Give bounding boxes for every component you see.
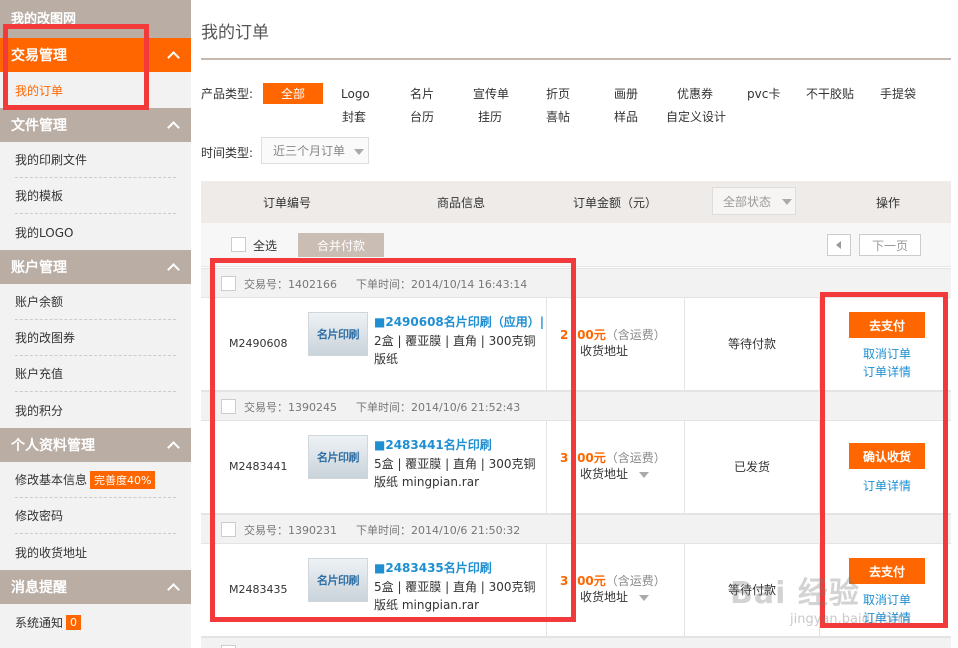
shipping-address-toggle[interactable]: 收货地址 bbox=[580, 465, 628, 482]
title-divider bbox=[201, 58, 951, 60]
sidebar-item-label: 我的收货地址 bbox=[15, 545, 88, 560]
sidebar-item-label: 我的LOGO bbox=[15, 225, 74, 240]
sidebar-item-label: 我的改图券 bbox=[15, 331, 76, 345]
filter-option[interactable]: 台历 bbox=[410, 108, 434, 125]
time-type-label: 时间类型: bbox=[201, 146, 254, 160]
filter-option[interactable]: 折页 bbox=[546, 85, 570, 102]
shipping-note: （含运费） bbox=[605, 451, 666, 465]
column-header-product: 商品信息 bbox=[437, 196, 486, 210]
filter-option[interactable]: 手提袋 bbox=[880, 85, 916, 102]
product-type-label: 产品类型: bbox=[201, 87, 254, 101]
chevron-up-icon bbox=[167, 121, 180, 134]
order-header bbox=[201, 637, 951, 648]
filter-option[interactable]: 宣传单 bbox=[473, 85, 509, 102]
page-title: 我的订单 bbox=[201, 23, 269, 43]
select-all-label: 全选 bbox=[253, 239, 278, 253]
sidebar-item-label: 账户充值 bbox=[15, 367, 64, 381]
sidebar-section-label: 账户管理 bbox=[11, 260, 67, 276]
filter-option[interactable]: 自定义设计 bbox=[666, 108, 726, 125]
filter-option[interactable]: 名片 bbox=[410, 85, 434, 102]
annotation-box bbox=[3, 24, 149, 110]
order-status: 已发货 bbox=[733, 460, 770, 474]
chevron-down-icon bbox=[639, 472, 649, 478]
shipping-address-toggle[interactable]: 收货地址 bbox=[580, 342, 628, 359]
filter-option[interactable]: Logo bbox=[341, 87, 370, 101]
status-filter-select[interactable]: 全部状态 bbox=[712, 187, 796, 215]
sidebar-item-label: 我的模板 bbox=[15, 189, 64, 203]
filter-option[interactable]: 画册 bbox=[614, 85, 638, 102]
status-filter-value: 全部状态 bbox=[723, 194, 772, 209]
shipping-note: （含运费） bbox=[605, 574, 666, 588]
sidebar-item-points[interactable]: 我的积分 bbox=[15, 392, 176, 428]
sidebar-item-edit-info[interactable]: 修改基本信息 完善度40% bbox=[15, 462, 176, 498]
sidebar-item-label: 我的印刷文件 bbox=[15, 153, 88, 167]
column-header-actions: 操作 bbox=[876, 196, 901, 210]
filter-option[interactable]: 不干胶贴 bbox=[806, 85, 854, 102]
sidebar-item-label: 账户余额 bbox=[15, 295, 64, 309]
chevron-down-icon bbox=[782, 199, 792, 205]
order-status: 等待付款 bbox=[727, 337, 776, 351]
filter-option[interactable]: 优惠券 bbox=[677, 85, 713, 102]
sidebar-item-change-password[interactable]: 修改密码 bbox=[15, 498, 176, 534]
merge-payment-button[interactable]: 合并付款 bbox=[298, 233, 384, 257]
profile-completeness-badge: 完善度40% bbox=[90, 470, 156, 489]
prev-page-button[interactable] bbox=[827, 234, 851, 256]
sidebar-section-label: 文件管理 bbox=[11, 118, 67, 134]
sidebar-item-coupons[interactable]: 我的改图券 bbox=[15, 320, 176, 356]
sidebar-item-notifications[interactable]: 系统通知 0 bbox=[15, 604, 176, 640]
time-range-select[interactable]: 近三个月订单 bbox=[261, 137, 369, 164]
sidebar-section-files[interactable]: 文件管理 bbox=[0, 108, 191, 142]
sidebar-item-templates[interactable]: 我的模板 bbox=[15, 178, 176, 214]
sidebar-section-account[interactable]: 账户管理 bbox=[0, 250, 191, 284]
chevron-up-icon bbox=[167, 263, 180, 276]
column-header-amount: 订单金额（元） bbox=[573, 196, 658, 210]
annotation-box bbox=[210, 258, 576, 622]
watermark-logo: Bai 经验 bbox=[730, 576, 860, 611]
chevron-down-icon bbox=[354, 149, 364, 155]
filter-option[interactable]: 样品 bbox=[614, 108, 638, 125]
chevron-up-icon bbox=[167, 51, 180, 64]
filter-all-button[interactable]: 全部 bbox=[263, 83, 323, 104]
column-header-order-id: 订单编号 bbox=[263, 196, 312, 210]
next-page-button[interactable]: 下一页 bbox=[859, 234, 921, 256]
select-all-checkbox[interactable] bbox=[231, 237, 246, 252]
watermark-url: jingyan.baidu.com bbox=[790, 612, 910, 627]
sidebar-section-label: 消息提醒 bbox=[11, 580, 67, 596]
filter-option[interactable]: 喜帖 bbox=[546, 108, 570, 125]
shipping-address-toggle[interactable]: 收货地址 bbox=[580, 588, 628, 605]
time-range-value: 近三个月订单 bbox=[273, 144, 346, 158]
sidebar-item-label: 修改密码 bbox=[15, 509, 64, 523]
notification-count-badge: 0 bbox=[66, 614, 82, 630]
chevron-left-icon bbox=[836, 241, 841, 249]
sidebar-item-label: 系统通知 bbox=[15, 615, 64, 630]
chevron-up-icon bbox=[167, 583, 180, 596]
filter-option[interactable]: 挂历 bbox=[478, 108, 502, 125]
sidebar-section-label: 个人资料管理 bbox=[11, 438, 95, 454]
sidebar-item-label: 我的积分 bbox=[15, 403, 64, 418]
chevron-up-icon bbox=[167, 441, 180, 454]
filter-option[interactable]: pvc卡 bbox=[747, 85, 780, 102]
sidebar-item-label: 修改基本信息 bbox=[15, 473, 88, 487]
shipping-note: （含运费） bbox=[605, 328, 666, 342]
sidebar-section-messages[interactable]: 消息提醒 bbox=[0, 570, 191, 604]
sidebar-item-recharge[interactable]: 账户充值 bbox=[15, 356, 176, 392]
sidebar-item-print-files[interactable]: 我的印刷文件 bbox=[15, 142, 176, 178]
sidebar-item-logo[interactable]: 我的LOGO bbox=[15, 214, 176, 250]
sidebar-section-profile[interactable]: 个人资料管理 bbox=[0, 428, 191, 462]
sidebar-item-balance[interactable]: 账户余额 bbox=[15, 284, 176, 320]
sidebar-item-address[interactable]: 我的收货地址 bbox=[15, 534, 176, 570]
chevron-down-icon bbox=[639, 595, 649, 601]
filter-option[interactable]: 封套 bbox=[342, 108, 366, 125]
